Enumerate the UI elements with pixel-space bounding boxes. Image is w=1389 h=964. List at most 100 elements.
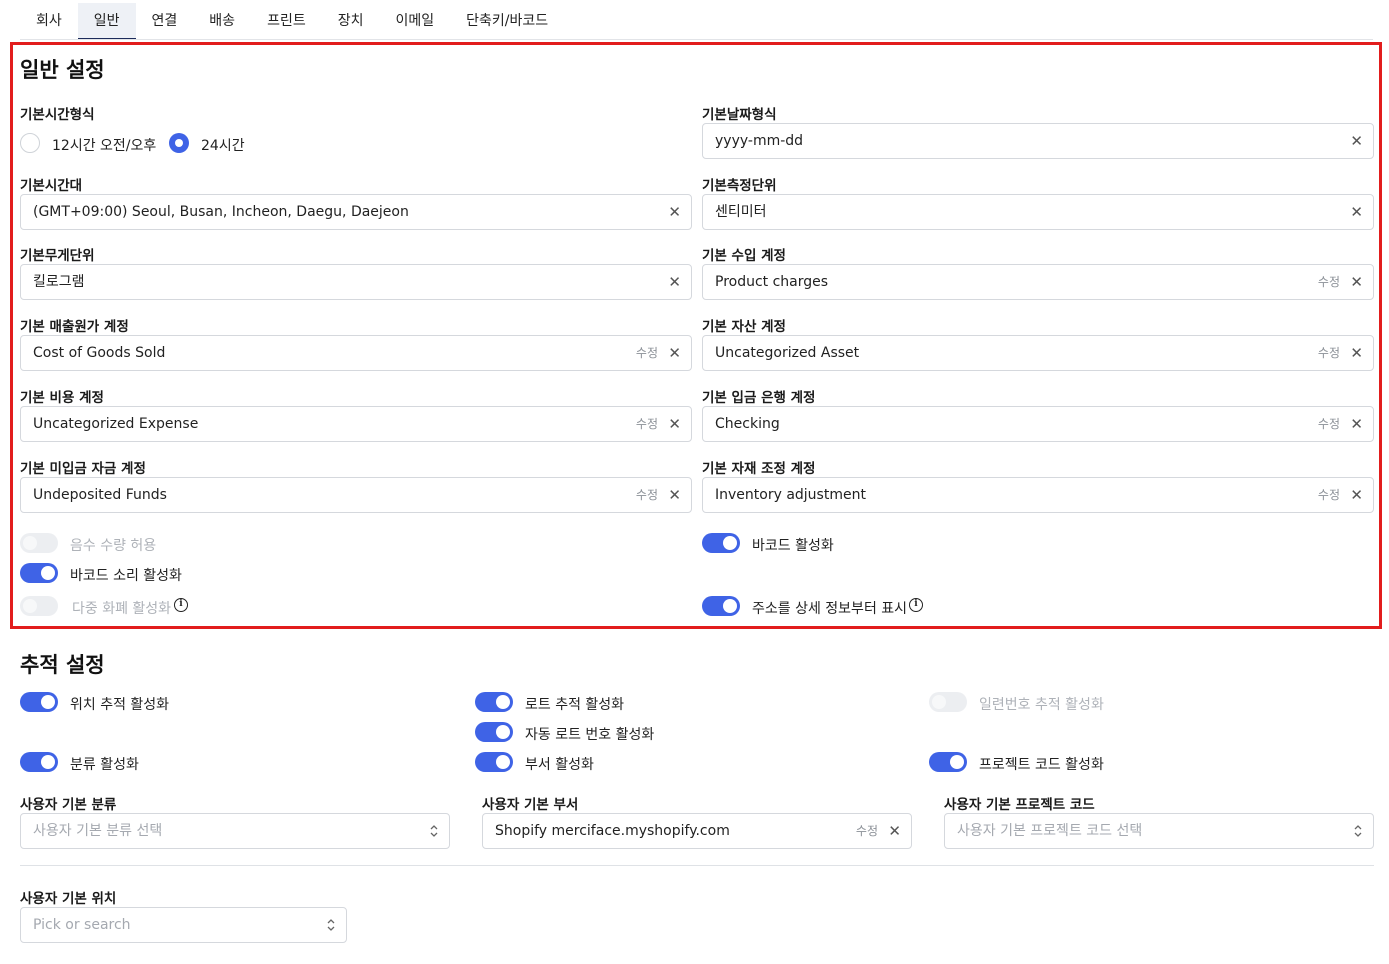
- asset-account-label: 기본 자산 계정: [702, 319, 786, 335]
- measure-unit-field[interactable]: 센티미터 ✕: [702, 194, 1374, 230]
- radio-24h-label: 24시간: [201, 138, 245, 154]
- user-department-field[interactable]: Shopify merciface.myshopify.com 수정 ✕: [482, 813, 912, 849]
- close-icon[interactable]: ✕: [1350, 478, 1363, 512]
- chevron-updown-icon: [1353, 823, 1363, 839]
- address-detail-toggle[interactable]: [702, 596, 740, 616]
- serial-tracking-toggle: [929, 692, 967, 712]
- close-icon[interactable]: ✕: [888, 814, 901, 848]
- close-icon[interactable]: ✕: [668, 336, 681, 370]
- inventory-adj-account-label: 기본 자재 조정 계정: [702, 461, 816, 477]
- cogs-account-label: 기본 매출원가 계정: [20, 319, 129, 335]
- address-detail-label: 주소를 상세 정보부터 표시: [752, 601, 908, 617]
- auto-lot-toggle[interactable]: [475, 722, 513, 742]
- user-category-select[interactable]: 사용자 기본 분류 선택: [20, 813, 450, 849]
- info-icon[interactable]: i: [909, 598, 923, 612]
- close-icon[interactable]: ✕: [1350, 407, 1363, 441]
- date-format-field[interactable]: yyyy-mm-dd ✕: [702, 123, 1374, 159]
- negative-qty-label: 음수 수량 허용: [70, 538, 157, 554]
- negative-qty-toggle: [20, 533, 58, 553]
- tab-company[interactable]: 회사: [20, 3, 78, 40]
- weight-unit-label: 기본무게단위: [20, 248, 95, 264]
- cogs-account-value: Cost of Goods Sold: [33, 345, 166, 361]
- measure-unit-label: 기본측정단위: [702, 178, 777, 194]
- tab-shipping[interactable]: 배송: [193, 3, 251, 40]
- barcode-sound-label: 바코드 소리 활성화: [70, 568, 182, 584]
- close-icon[interactable]: ✕: [1350, 124, 1363, 158]
- asset-account-value: Uncategorized Asset: [715, 345, 860, 361]
- edit-link[interactable]: 수정: [636, 478, 658, 512]
- inventory-adj-account-field[interactable]: Inventory adjustment 수정 ✕: [702, 477, 1374, 513]
- user-location-label: 사용자 기본 위치: [20, 891, 117, 907]
- location-tracking-toggle[interactable]: [20, 692, 58, 712]
- chevron-updown-icon: [429, 823, 439, 839]
- tab-connections[interactable]: 연결: [136, 3, 194, 40]
- user-category-placeholder: 사용자 기본 분류 선택: [33, 823, 163, 839]
- tab-shortcuts-barcode[interactable]: 단축키/바코드: [450, 3, 564, 40]
- department-label: 부서 활성화: [525, 757, 594, 773]
- close-icon[interactable]: ✕: [1350, 195, 1363, 229]
- radio-24h[interactable]: [169, 133, 189, 153]
- tab-email[interactable]: 이메일: [379, 3, 450, 40]
- undeposited-account-label: 기본 미입금 자금 계정: [20, 461, 146, 477]
- cogs-account-field[interactable]: Cost of Goods Sold 수정 ✕: [20, 335, 692, 371]
- expense-account-field[interactable]: Uncategorized Expense 수정 ✕: [20, 406, 692, 442]
- user-project-code-label: 사용자 기본 프로젝트 코드: [944, 797, 1095, 813]
- lot-tracking-toggle[interactable]: [475, 692, 513, 712]
- edit-link[interactable]: 수정: [636, 407, 658, 441]
- undeposited-account-field[interactable]: Undeposited Funds 수정 ✕: [20, 477, 692, 513]
- user-location-select[interactable]: Pick or search: [20, 907, 347, 943]
- close-icon[interactable]: ✕: [668, 478, 681, 512]
- deposit-bank-account-label: 기본 입금 은행 계정: [702, 390, 816, 406]
- deposit-bank-account-value: Checking: [715, 416, 780, 432]
- undeposited-account-value: Undeposited Funds: [33, 487, 167, 503]
- category-label: 분류 활성화: [70, 757, 139, 773]
- multi-currency-toggle: [20, 596, 58, 616]
- edit-link[interactable]: 수정: [1318, 336, 1340, 370]
- edit-link[interactable]: 수정: [1318, 265, 1340, 299]
- category-toggle[interactable]: [20, 752, 58, 772]
- close-icon[interactable]: ✕: [1350, 336, 1363, 370]
- tab-print[interactable]: 프린트: [251, 3, 322, 40]
- radio-12h[interactable]: [20, 133, 40, 153]
- weight-unit-field[interactable]: 킬로그램 ✕: [20, 264, 692, 300]
- asset-account-field[interactable]: Uncategorized Asset 수정 ✕: [702, 335, 1374, 371]
- close-icon[interactable]: ✕: [668, 195, 681, 229]
- tracking-settings-title: 추적 설정: [20, 653, 105, 677]
- close-icon[interactable]: ✕: [668, 265, 681, 299]
- user-location-placeholder: Pick or search: [33, 917, 131, 933]
- measure-unit-value: 센티미터: [715, 204, 767, 220]
- user-project-code-placeholder: 사용자 기본 프로젝트 코드 선택: [957, 823, 1143, 839]
- department-toggle[interactable]: [475, 752, 513, 772]
- info-icon[interactable]: i: [174, 598, 188, 612]
- deposit-bank-account-field[interactable]: Checking 수정 ✕: [702, 406, 1374, 442]
- timezone-label: 기본시간대: [20, 178, 83, 194]
- location-tracking-label: 위치 추적 활성화: [70, 697, 170, 713]
- timezone-field[interactable]: (GMT+09:00) Seoul, Busan, Incheon, Daegu…: [20, 194, 692, 230]
- income-account-value: Product charges: [715, 274, 829, 290]
- income-account-label: 기본 수입 계정: [702, 248, 786, 264]
- expense-account-label: 기본 비용 계정: [20, 390, 104, 406]
- tab-general[interactable]: 일반: [77, 3, 136, 40]
- settings-tabs: 회사 일반 연결 배송 프린트 장치 이메일 단축키/바코드: [20, 3, 564, 40]
- edit-link[interactable]: 수정: [1318, 407, 1340, 441]
- edit-link[interactable]: 수정: [636, 336, 658, 370]
- radio-12h-label: 12시간 오전/오후: [52, 138, 157, 154]
- inventory-adj-account-value: Inventory adjustment: [715, 487, 866, 503]
- time-format-label: 기본시간형식: [20, 107, 95, 123]
- tabs-divider: [20, 39, 1373, 40]
- edit-link[interactable]: 수정: [856, 814, 878, 848]
- project-code-toggle[interactable]: [929, 752, 967, 772]
- chevron-updown-icon: [326, 917, 336, 933]
- income-account-field[interactable]: Product charges 수정 ✕: [702, 264, 1374, 300]
- user-project-code-select[interactable]: 사용자 기본 프로젝트 코드 선택: [944, 813, 1374, 849]
- timezone-value: (GMT+09:00) Seoul, Busan, Incheon, Daegu…: [33, 204, 409, 220]
- barcode-enable-toggle[interactable]: [702, 533, 740, 553]
- close-icon[interactable]: ✕: [668, 407, 681, 441]
- edit-link[interactable]: 수정: [1318, 478, 1340, 512]
- barcode-sound-toggle[interactable]: [20, 563, 58, 583]
- tab-devices[interactable]: 장치: [322, 3, 380, 40]
- barcode-enable-label: 바코드 활성화: [752, 538, 834, 554]
- close-icon[interactable]: ✕: [1350, 265, 1363, 299]
- user-category-label: 사용자 기본 분류: [20, 797, 117, 813]
- date-format-value: yyyy-mm-dd: [715, 133, 804, 149]
